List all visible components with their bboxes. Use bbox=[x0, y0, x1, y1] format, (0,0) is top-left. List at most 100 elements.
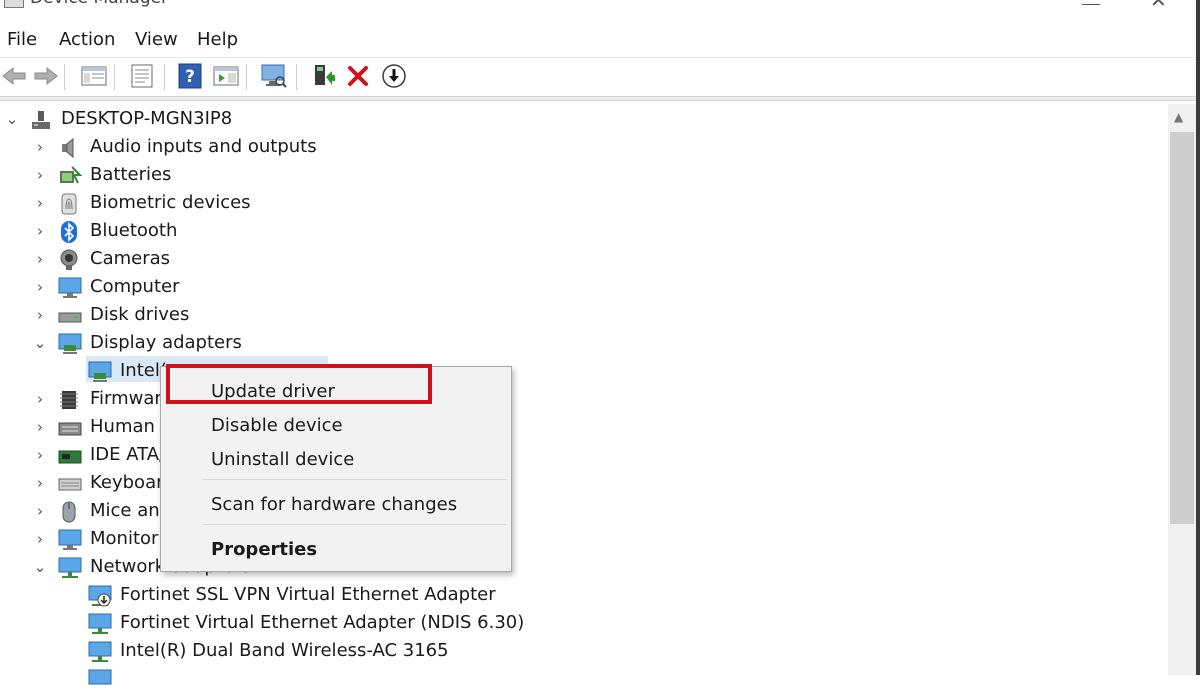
menu-action[interactable]: Action bbox=[59, 29, 115, 50]
close-button[interactable]: ✕ bbox=[1150, 0, 1167, 12]
show-hide-console-tree-icon[interactable] bbox=[80, 62, 108, 90]
help-icon[interactable]: ? bbox=[176, 62, 204, 90]
tree-item-label: Fortinet Virtual Ethernet Adapter (NDIS … bbox=[120, 612, 525, 633]
network-icon bbox=[58, 557, 82, 579]
window-title: Device Manager bbox=[30, 0, 168, 8]
chevron-right-icon[interactable]: › bbox=[32, 390, 48, 408]
menu-view[interactable]: View bbox=[135, 29, 178, 50]
properties-icon[interactable] bbox=[128, 62, 156, 90]
tree-item-computer[interactable]: › Computer bbox=[0, 274, 1168, 302]
back-icon[interactable] bbox=[0, 62, 28, 90]
toolbar-separator bbox=[164, 64, 165, 90]
chevron-right-icon[interactable]: › bbox=[32, 418, 48, 436]
toolbar-separator bbox=[296, 64, 297, 90]
tree-root-label: DESKTOP-MGN3IP8 bbox=[61, 108, 233, 129]
chevron-down-icon[interactable]: ⌄ bbox=[4, 110, 20, 128]
tree-item-label: Intel(R) Dual Band Wireless-AC 3165 bbox=[120, 640, 449, 661]
menu-item-scan-hardware[interactable]: Scan for hardware changes bbox=[211, 494, 457, 515]
monitor-icon bbox=[58, 277, 82, 299]
tree-item-label: Computer bbox=[90, 276, 180, 297]
chevron-right-icon[interactable]: › bbox=[32, 194, 48, 212]
disk-icon bbox=[58, 305, 82, 327]
menu-item-disable-device[interactable]: Disable device bbox=[211, 415, 343, 436]
toolbar-separator bbox=[64, 64, 65, 90]
ide-icon bbox=[58, 445, 82, 467]
toolbar-separator bbox=[114, 64, 115, 90]
tree-root[interactable]: ⌄ DESKTOP-MGN3IP8 bbox=[0, 106, 1168, 134]
tree-item-batteries[interactable]: › Batteries bbox=[0, 162, 1168, 190]
tree-item-label: Disk drives bbox=[90, 304, 190, 325]
chevron-right-icon[interactable]: › bbox=[32, 278, 48, 296]
mouse-icon bbox=[58, 501, 80, 523]
monitor-icon bbox=[58, 529, 82, 551]
title-bar: Device Manager ✕ bbox=[0, 0, 1200, 22]
tree-item-label: Batteries bbox=[90, 164, 172, 185]
scrollbar-thumb[interactable] bbox=[1170, 132, 1194, 524]
tree-item-disk-drives[interactable]: › Disk drives bbox=[0, 302, 1168, 330]
tree-item-audio[interactable]: › Audio inputs and outputs bbox=[0, 134, 1168, 162]
tree-item-partial[interactable] bbox=[0, 666, 1168, 694]
toolbar: ? bbox=[0, 58, 1200, 94]
fingerprint-icon bbox=[58, 193, 80, 215]
menu-item-properties[interactable]: Properties bbox=[211, 539, 317, 560]
keyboard-icon bbox=[58, 473, 82, 495]
device-manager-icon bbox=[4, 0, 24, 8]
divider bbox=[0, 96, 1200, 101]
chevron-right-icon[interactable]: › bbox=[32, 166, 48, 184]
chevron-right-icon[interactable]: › bbox=[32, 502, 48, 520]
display-adapter-icon bbox=[88, 361, 112, 383]
chevron-right-icon[interactable]: › bbox=[32, 306, 48, 324]
menu-item-uninstall-device[interactable]: Uninstall device bbox=[211, 449, 354, 470]
tree-item-label: Keyboar bbox=[90, 472, 164, 493]
menu-help[interactable]: Help bbox=[197, 29, 238, 50]
forward-icon[interactable] bbox=[32, 62, 60, 90]
tree-item-fortinet-virtual-ethernet[interactable]: Fortinet Virtual Ethernet Adapter (NDIS … bbox=[0, 610, 1168, 638]
chevron-right-icon[interactable]: › bbox=[32, 530, 48, 548]
speaker-icon bbox=[58, 137, 80, 159]
menu-separator bbox=[203, 524, 507, 525]
chevron-right-icon[interactable]: › bbox=[32, 446, 48, 464]
tree-item-label: Human I bbox=[90, 416, 166, 437]
action-pane-icon[interactable] bbox=[212, 62, 240, 90]
update-driver-icon[interactable] bbox=[310, 62, 338, 90]
install-legacy-icon[interactable] bbox=[380, 62, 408, 90]
tree-item-intel-wireless[interactable]: Intel(R) Dual Band Wireless-AC 3165 bbox=[0, 638, 1168, 666]
display-adapter-icon bbox=[58, 333, 82, 355]
tree-item-label: Mice and bbox=[90, 500, 172, 521]
menu-file[interactable]: File bbox=[7, 29, 37, 50]
chevron-down-icon[interactable]: ⌄ bbox=[32, 558, 48, 576]
uninstall-icon[interactable] bbox=[344, 62, 372, 90]
tree-item-cameras[interactable]: › Cameras bbox=[0, 246, 1168, 274]
network-adapter-icon bbox=[88, 669, 112, 691]
chevron-down-icon[interactable]: ⌄ bbox=[32, 334, 48, 352]
chevron-right-icon[interactable]: › bbox=[32, 250, 48, 268]
hid-icon bbox=[58, 417, 82, 439]
menu-separator bbox=[203, 479, 507, 480]
camera-icon bbox=[58, 249, 80, 271]
toolbar-separator bbox=[246, 64, 247, 90]
tree-item-label: Bluetooth bbox=[90, 220, 178, 241]
scroll-up-arrow-icon[interactable]: ▲ bbox=[1174, 110, 1183, 124]
tree-item-fortinet-ssl-vpn[interactable]: Fortinet SSL VPN Virtual Ethernet Adapte… bbox=[0, 582, 1168, 610]
tree-item-label: Cameras bbox=[90, 248, 171, 269]
menu-bar: File Action View Help bbox=[0, 24, 1200, 56]
svg-text:?: ? bbox=[185, 67, 195, 87]
tree-item-biometric[interactable]: › Biometric devices bbox=[0, 190, 1168, 218]
chevron-right-icon[interactable]: › bbox=[32, 138, 48, 156]
tree-item-label: Audio inputs and outputs bbox=[90, 136, 317, 157]
tree-item-label: Monitor bbox=[90, 528, 159, 549]
tree-item-bluetooth[interactable]: › Bluetooth bbox=[0, 218, 1168, 246]
network-adapter-icon bbox=[88, 641, 112, 663]
tree-item-label: Fortinet SSL VPN Virtual Ethernet Adapte… bbox=[120, 584, 496, 605]
chevron-right-icon[interactable]: › bbox=[32, 474, 48, 492]
tree-item-label: Biometric devices bbox=[90, 192, 251, 213]
chevron-right-icon[interactable]: › bbox=[32, 222, 48, 240]
firmware-icon bbox=[58, 389, 80, 411]
tree-item-label: IDE ATA/ bbox=[90, 444, 166, 465]
battery-icon bbox=[58, 165, 83, 187]
tree-item-label: Display adapters bbox=[90, 332, 242, 353]
scan-hardware-icon[interactable] bbox=[260, 62, 288, 90]
highlight-box bbox=[166, 364, 432, 404]
tree-item-display-adapters[interactable]: ⌄ Display adapters bbox=[0, 330, 1168, 358]
minimize-button[interactable] bbox=[1082, 0, 1100, 5]
